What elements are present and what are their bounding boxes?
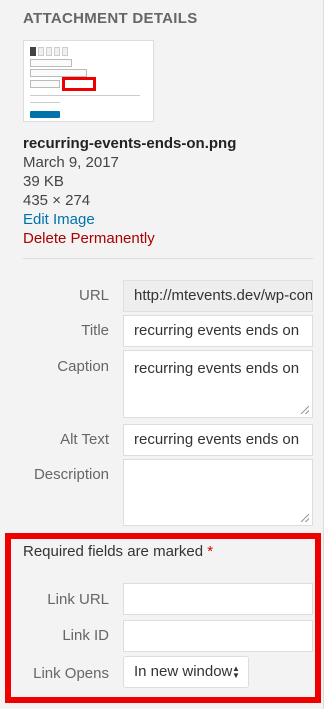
section-divider [23, 258, 313, 259]
alt-text-label: Alt Text [60, 431, 109, 448]
caption-label: Caption [57, 358, 109, 375]
thumbnail-button [30, 111, 60, 118]
link-url-field[interactable] [123, 583, 313, 615]
required-asterisk: * [207, 543, 214, 560]
file-name: recurring-events-ends-on.png [23, 135, 237, 152]
panel-title: ATTACHMENT DETAILS [23, 10, 198, 27]
delete-permanently-link[interactable]: Delete Permanently [23, 229, 236, 248]
title-label: Title [81, 322, 109, 339]
link-id-label: Link ID [62, 627, 109, 644]
caption-text: recurring events ends on [134, 360, 300, 377]
image-dimensions: 435 × 274 [23, 192, 91, 209]
title-field[interactable]: recurring events ends on [123, 315, 313, 347]
link-opens-select[interactable]: In new window ▲ ▼ [123, 656, 249, 688]
select-arrows-icon: ▲ ▼ [232, 664, 240, 680]
caption-field[interactable]: recurring events ends on [123, 350, 313, 418]
upload-date: March 9, 2017 [23, 154, 119, 171]
link-url-label: Link URL [47, 591, 109, 608]
attachment-details-panel: ATTACHMENT DETAILS recurring-events-ends… [0, 0, 324, 709]
description-field[interactable] [123, 459, 313, 526]
alt-text-field[interactable]: recurring events ends on [123, 424, 313, 456]
url-field[interactable]: http://mtevents.dev/wp-content/uploads/2… [123, 280, 313, 312]
link-opens-value: In new window [134, 663, 233, 680]
link-id-field[interactable] [123, 620, 313, 652]
resize-handle-icon[interactable] [301, 406, 309, 414]
url-label: URL [78, 287, 109, 304]
required-fields-note: Required fields are marked * [23, 543, 214, 560]
link-opens-label: Link Opens [33, 665, 109, 682]
attachment-meta: recurring-events-ends-on.png March 9, 20… [23, 134, 236, 248]
edit-image-link[interactable]: Edit Image [23, 210, 236, 229]
thumbnail-tabs [30, 47, 68, 56]
description-label: Description [33, 466, 109, 483]
attachment-thumbnail[interactable] [23, 40, 154, 122]
file-size: 39 KB [23, 173, 64, 190]
resize-handle-icon[interactable] [301, 514, 309, 522]
thumbnail-highlight [62, 77, 96, 91]
